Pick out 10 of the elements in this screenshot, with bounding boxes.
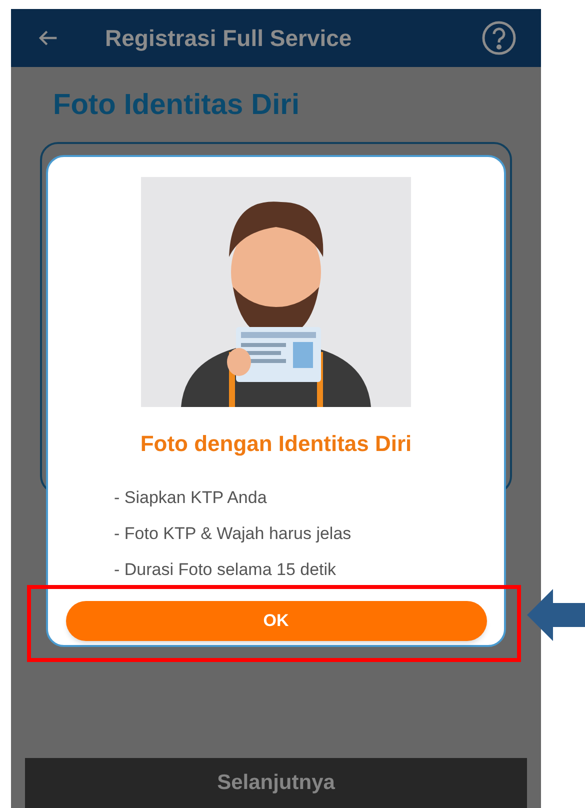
ok-button[interactable]: OK (66, 601, 486, 641)
help-icon[interactable] (481, 20, 517, 56)
instruction-text: - Siapkan KTP Anda (114, 487, 268, 508)
page-heading: Foto Identitas Diri (53, 91, 300, 120)
pointer-arrow-icon (527, 589, 585, 641)
dialog-title: Foto dengan Identitas Diri (140, 430, 412, 458)
next-button[interactable]: Selanjutnya (25, 758, 527, 808)
instruction-text: - Durasi Foto selama 15 detik (114, 559, 338, 580)
screen-title: Registrasi Full Service (105, 24, 353, 53)
instruction-text: - Foto KTP & Wajah harus jelas (114, 523, 352, 544)
